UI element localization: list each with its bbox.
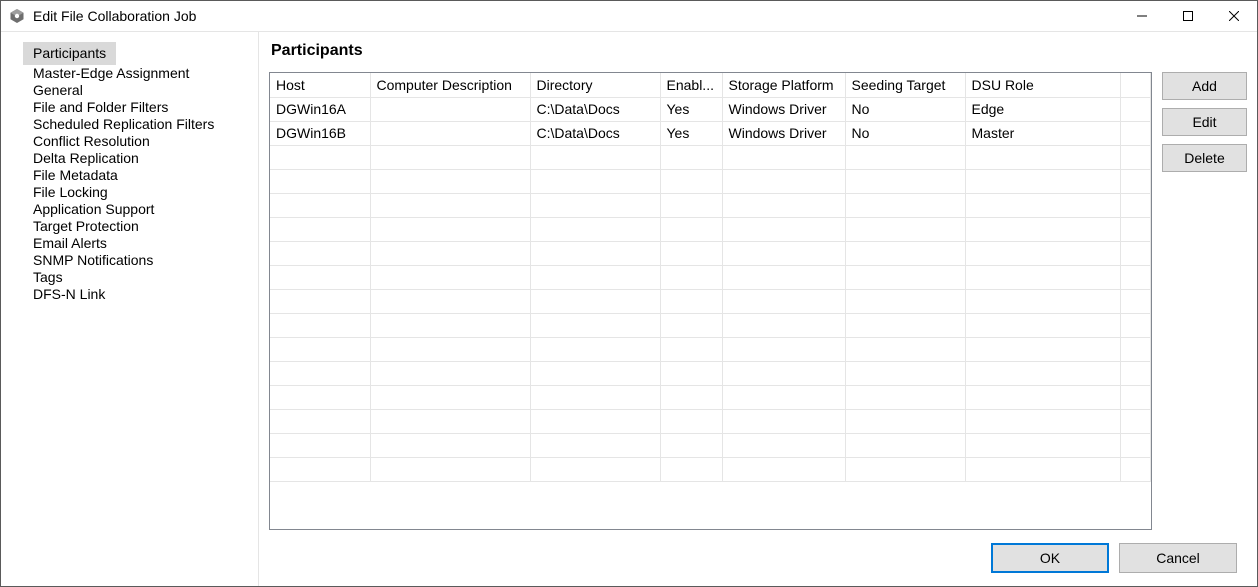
- column-header[interactable]: Seeding Target: [845, 73, 965, 97]
- participants-table-container: HostComputer DescriptionDirectoryEnabl..…: [269, 72, 1152, 530]
- table-row-empty: [270, 385, 1151, 409]
- window-title: Edit File Collaboration Job: [33, 8, 196, 24]
- participants-table[interactable]: HostComputer DescriptionDirectoryEnabl..…: [270, 73, 1151, 482]
- sidebar: ParticipantsMaster-Edge AssignmentGenera…: [1, 32, 259, 586]
- cell-host: DGWin16A: [270, 97, 370, 121]
- table-row[interactable]: DGWin16B C:\Data\DocsYesWindows DriverNoM…: [270, 121, 1151, 145]
- cell-role: Master: [965, 121, 1120, 145]
- column-header[interactable]: Host: [270, 73, 370, 97]
- dialog-footer: OK Cancel: [269, 530, 1247, 586]
- table-row-empty: [270, 457, 1151, 481]
- cell-seeding: No: [845, 121, 965, 145]
- cell-desc: [370, 97, 530, 121]
- table-row-empty: [270, 193, 1151, 217]
- delete-button[interactable]: Delete: [1162, 144, 1247, 172]
- cell-dir: C:\Data\Docs: [530, 97, 660, 121]
- column-header[interactable]: DSU Role: [965, 73, 1120, 97]
- titlebar: Edit File Collaboration Job: [1, 1, 1257, 32]
- cell-role: Edge: [965, 97, 1120, 121]
- action-buttons: Add Edit Delete: [1162, 72, 1247, 530]
- content-row: HostComputer DescriptionDirectoryEnabl..…: [269, 72, 1247, 530]
- table-row-empty: [270, 169, 1151, 193]
- table-row-empty: [270, 433, 1151, 457]
- app-icon: [9, 8, 25, 24]
- table-row-empty: [270, 265, 1151, 289]
- cell-desc: [370, 121, 530, 145]
- body: ParticipantsMaster-Edge AssignmentGenera…: [1, 32, 1257, 586]
- column-header-pad: [1120, 73, 1151, 97]
- sidebar-item-dfs-n-link[interactable]: DFS-N Link: [23, 283, 115, 305]
- column-header[interactable]: Enabl...: [660, 73, 722, 97]
- edit-button[interactable]: Edit: [1162, 108, 1247, 136]
- column-header[interactable]: Directory: [530, 73, 660, 97]
- cell-pad: [1120, 97, 1151, 121]
- cell-pad: [1120, 121, 1151, 145]
- add-button[interactable]: Add: [1162, 72, 1247, 100]
- main-panel: Participants HostComputer DescriptionDir…: [259, 32, 1257, 586]
- cell-host: DGWin16B: [270, 121, 370, 145]
- window: Edit File Collaboration Job Participants…: [0, 0, 1258, 587]
- cell-enabled: Yes: [660, 97, 722, 121]
- page-title: Participants: [271, 42, 1247, 60]
- table-row-empty: [270, 217, 1151, 241]
- column-header[interactable]: Computer Description: [370, 73, 530, 97]
- table-row-empty: [270, 289, 1151, 313]
- table-row-empty: [270, 337, 1151, 361]
- column-header[interactable]: Storage Platform: [722, 73, 845, 97]
- table-row[interactable]: DGWin16A C:\Data\DocsYesWindows DriverNoE…: [270, 97, 1151, 121]
- cancel-button[interactable]: Cancel: [1119, 543, 1237, 573]
- cell-dir: C:\Data\Docs: [530, 121, 660, 145]
- table-row-empty: [270, 361, 1151, 385]
- table-row-empty: [270, 313, 1151, 337]
- ok-button[interactable]: OK: [991, 543, 1109, 573]
- table-row-empty: [270, 409, 1151, 433]
- maximize-button[interactable]: [1165, 1, 1211, 31]
- table-row-empty: [270, 145, 1151, 169]
- close-button[interactable]: [1211, 1, 1257, 31]
- cell-platform: Windows Driver: [722, 97, 845, 121]
- cell-platform: Windows Driver: [722, 121, 845, 145]
- table-row-empty: [270, 241, 1151, 265]
- minimize-button[interactable]: [1119, 1, 1165, 31]
- cell-enabled: Yes: [660, 121, 722, 145]
- cell-seeding: No: [845, 97, 965, 121]
